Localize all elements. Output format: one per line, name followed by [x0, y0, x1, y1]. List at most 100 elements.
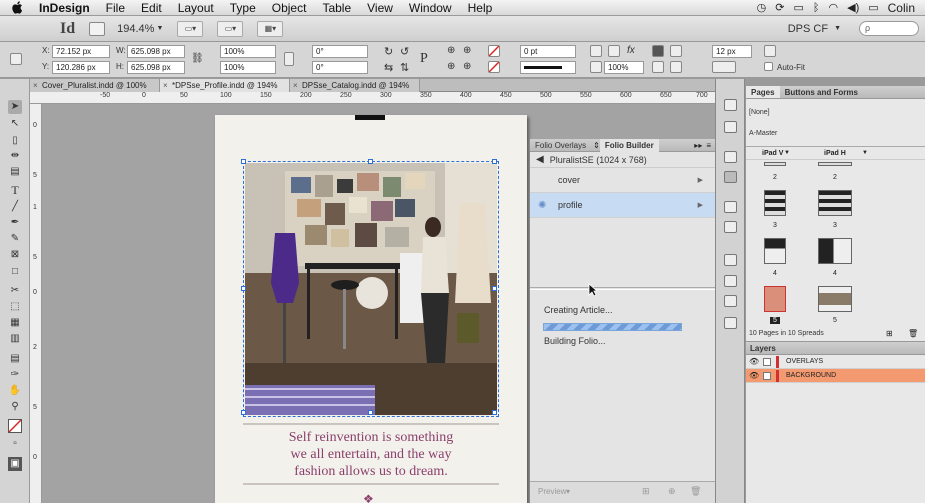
display-icon[interactable]: ▭ [793, 1, 803, 14]
page-thumbnail[interactable] [818, 238, 852, 264]
shear-field[interactable]: 0° [312, 61, 368, 74]
free-transform-tool-icon[interactable]: ⬚ [8, 300, 22, 314]
close-tab-icon[interactable]: × [293, 79, 298, 92]
ipad-h-column[interactable]: iPad H [824, 150, 846, 157]
close-tab-icon[interactable]: × [163, 79, 168, 92]
line-tool-icon[interactable]: ╱ [8, 200, 22, 214]
master-none[interactable]: [None] [749, 109, 770, 116]
master-a[interactable]: A-Master [749, 130, 777, 137]
select-content-icon[interactable]: ⊕ [447, 61, 455, 72]
text-wrap-icon[interactable] [764, 45, 776, 57]
resize-handle[interactable] [492, 410, 497, 415]
chevron-right-icon[interactable]: ▶ [698, 193, 703, 218]
add-article-icon[interactable]: ⊕ [668, 486, 676, 497]
note-tool-icon[interactable]: ▤ [8, 352, 22, 366]
visibility-eye-icon[interactable]: 👁 [749, 369, 759, 383]
resize-handle[interactable] [492, 286, 497, 291]
lock-toggle[interactable] [763, 358, 771, 366]
workspace-dropdown-icon[interactable]: ▼ [834, 25, 841, 32]
constrain-proportions-icon[interactable]: ⛓ [191, 53, 204, 64]
zoom-tool-icon[interactable]: ⚲ [8, 400, 22, 414]
page-thumbnail[interactable] [818, 190, 852, 216]
type-tool-icon[interactable]: T [8, 183, 22, 197]
folio-builder-dock-icon[interactable] [724, 151, 737, 163]
menu-file[interactable]: File [98, 1, 133, 15]
tab-dpsse-profile[interactable]: × *DPSse_Profile.indd @ 194% [160, 79, 290, 92]
stroke-swatch-icon[interactable] [488, 61, 500, 73]
w-field[interactable]: 625.098 px [127, 45, 185, 58]
new-page-icon[interactable]: ⊞ [886, 329, 893, 338]
tab-folio-builder[interactable]: Folio Builder [599, 138, 659, 152]
select-container-icon[interactable]: ⊕ [447, 45, 455, 56]
formatting-affects-container-icon[interactable]: ▫ [8, 437, 22, 451]
menu-table[interactable]: Table [314, 1, 359, 15]
effects-icon[interactable] [608, 45, 620, 57]
layers-dock-icon[interactable] [724, 201, 737, 213]
battery-icon[interactable]: ▭ [868, 1, 878, 14]
pages-dock-icon[interactable] [724, 171, 737, 183]
page-thumbnail[interactable] [818, 162, 852, 166]
preview-button[interactable]: Preview [538, 487, 566, 496]
fit-frame-content-icon[interactable] [670, 45, 682, 57]
eyedropper-tool-icon[interactable]: ✑ [8, 368, 22, 382]
screen-mode-icon[interactable]: ▭▾ [217, 20, 244, 37]
preview-dropdown-icon[interactable]: ▾ [566, 487, 570, 496]
menu-object[interactable]: Object [264, 1, 315, 15]
resize-handle[interactable] [368, 410, 373, 415]
x-field[interactable]: 72.152 px [52, 45, 110, 58]
page-thumbnail[interactable] [764, 190, 786, 216]
gutter-field[interactable]: 12 px [712, 45, 752, 58]
corner-options-icon[interactable] [712, 61, 736, 73]
fit-content-frame-icon[interactable] [652, 45, 664, 57]
column-dropdown-icon[interactable]: ▼ [784, 150, 790, 156]
resize-handle[interactable] [241, 286, 246, 291]
stroke-dock-icon[interactable] [724, 221, 737, 233]
tab-buttons-and-forms[interactable]: Buttons and Forms [780, 86, 863, 98]
bluetooth-icon[interactable]: ᛒ [813, 2, 820, 14]
constrain-scale-icon[interactable] [284, 52, 294, 66]
zoom-level[interactable]: 194.4% [117, 23, 154, 35]
hand-tool-icon[interactable]: ✋ [8, 384, 22, 398]
flip-vertical-icon[interactable]: ⇅ [400, 61, 409, 74]
menu-layout[interactable]: Layout [170, 1, 222, 15]
panel-menu-icon[interactable]: ≡ [706, 141, 715, 150]
pencil-tool-icon[interactable]: ✎ [8, 232, 22, 246]
user-name[interactable]: Colin [888, 1, 915, 15]
gradient-feather-tool-icon[interactable]: ▥ [8, 332, 22, 346]
column-dropdown-icon[interactable]: ▼ [862, 150, 868, 156]
paragraph-styles-dock-icon[interactable] [724, 275, 737, 287]
apple-menu-icon[interactable] [0, 1, 31, 14]
menu-view[interactable]: View [359, 1, 401, 15]
resize-handle[interactable] [241, 159, 246, 164]
gradient-swatch-tool-icon[interactable]: ▦ [8, 316, 22, 330]
rectangle-tool-icon[interactable]: □ [8, 265, 22, 279]
fill-frame-icon[interactable] [670, 61, 682, 73]
tab-dpsse-catalog[interactable]: × DPSse_Catalog.indd @ 194% [290, 79, 420, 92]
article-profile[interactable]: ✺ profile ▶ [530, 193, 715, 218]
menu-window[interactable]: Window [401, 1, 460, 15]
arrange-documents-icon[interactable]: ▦▾ [257, 20, 284, 37]
page-thumbnail[interactable] [818, 286, 852, 312]
autofit-checkbox[interactable] [764, 62, 773, 71]
scissors-tool-icon[interactable]: ✂ [8, 284, 22, 298]
gradient-dock-icon[interactable] [724, 295, 737, 307]
delete-article-icon[interactable]: 🗑 [690, 486, 701, 497]
tab-folio-overlays[interactable]: Folio Overlays [530, 141, 591, 150]
view-options-icon[interactable]: ▭▾ [177, 20, 204, 37]
scale-y-field[interactable]: 100% [220, 61, 276, 74]
center-content-icon[interactable] [652, 61, 664, 73]
volume-icon[interactable]: ◀) [847, 1, 859, 14]
y-field[interactable]: 120.286 px [52, 61, 110, 74]
select-next-icon[interactable]: ⊕ [463, 45, 471, 56]
table-dock-icon[interactable] [724, 317, 737, 329]
menu-type[interactable]: Type [222, 1, 264, 15]
resize-handle[interactable] [492, 159, 497, 164]
time-machine-icon[interactable]: ◷ [757, 1, 767, 14]
wifi-icon[interactable]: ◠ [829, 1, 839, 14]
menu-help[interactable]: Help [460, 1, 501, 15]
search-input[interactable]: ρ [859, 21, 919, 36]
rotation-field[interactable]: 0° [312, 45, 368, 58]
resize-handle[interactable] [368, 159, 373, 164]
drop-shadow-icon[interactable] [590, 45, 602, 57]
gap-tool-icon[interactable]: ⇹ [8, 149, 22, 163]
